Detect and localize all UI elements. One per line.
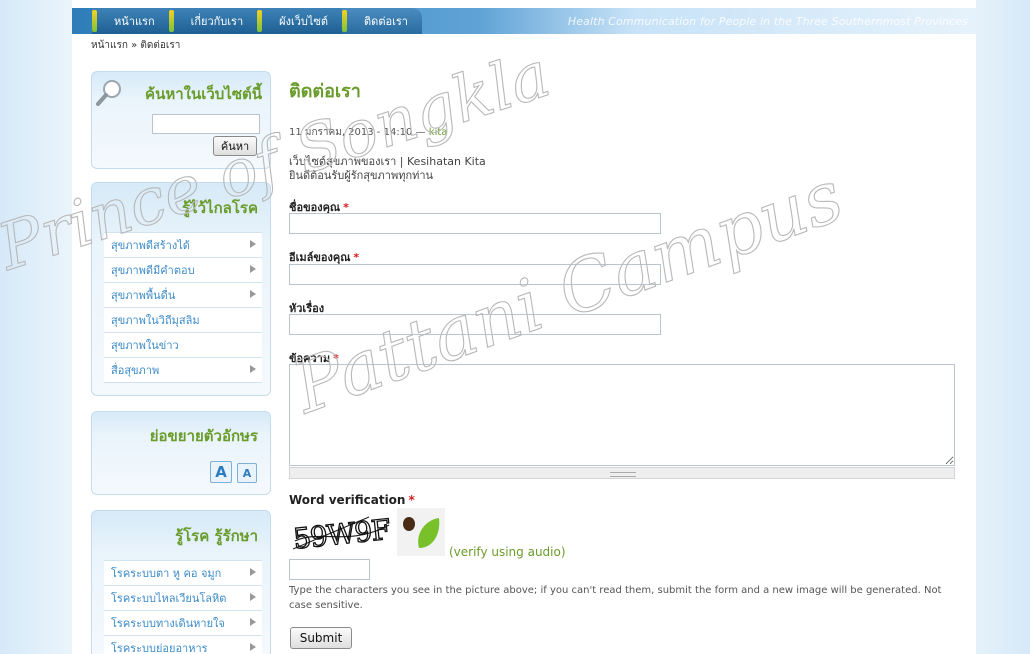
nav-divider-icon — [342, 10, 348, 32]
sidebar-item-label: โรคระบบทางเดินหายใจ — [111, 617, 225, 630]
nav-item-sitemap[interactable]: ผังเว็บไซต์ — [257, 8, 343, 34]
textarea-resize-grip[interactable] — [289, 467, 955, 479]
search-block: ค้นหาในเว็บไซต์นี้ ค้นหา — [91, 71, 271, 169]
site-tagline: Health Communication for People in the T… — [567, 15, 968, 28]
health-block-title: รู้ไว้ไกลโรค — [182, 199, 258, 217]
nav-item-label: ติดต่อเรา — [364, 15, 408, 28]
captcha-image: 59W9F — [289, 511, 395, 555]
sidebar-item-health-2[interactable]: สุขภาพดีมีคำตอบ — [104, 258, 262, 283]
magnifier-icon — [96, 80, 121, 106]
sidebar-item-label: สุขภาพพื้นดื่น — [111, 289, 176, 302]
nav-item-home[interactable]: หน้าแรก — [92, 8, 169, 34]
breadcrumb: หน้าแรก » ติดต่อเรา — [91, 38, 180, 53]
nav-item-label: ผังเว็บไซต์ — [279, 15, 329, 28]
breadcrumb-current: ติดต่อเรา — [140, 40, 181, 51]
verify-audio-link[interactable]: (verify using audio) — [449, 545, 566, 559]
required-mark: * — [408, 493, 415, 507]
captcha-input[interactable] — [289, 559, 370, 580]
message-textarea[interactable] — [289, 364, 955, 466]
sidebar-item-label: โรคระบบย่อยอาหาร — [111, 642, 208, 654]
health-menu-block: รู้ไว้ไกลโรค สุขภาพดีสร้างได้ สุขภาพดีมี… — [91, 182, 271, 396]
sidebar-item-label: สุขภาพดีสร้างได้ — [111, 239, 190, 252]
increase-font-icon: A — [215, 463, 227, 481]
nav-item-label: เกี่ยวกับเรา — [190, 15, 244, 28]
arrow-right-icon — [250, 593, 256, 601]
name-input[interactable] — [289, 213, 661, 234]
subject-input[interactable] — [289, 314, 661, 335]
nav-divider-icon — [168, 10, 174, 32]
health-menu: สุขภาพดีสร้างได้ สุขภาพดีมีคำตอบ สุขภาพพ… — [104, 232, 262, 383]
arrow-right-icon — [250, 290, 256, 298]
nav-item-label: หน้าแรก — [114, 15, 155, 28]
main-menu: หน้าแรก เกี่ยวกับเรา ผังเว็บไซต์ ติดต่อเ… — [92, 8, 422, 34]
font-size-block: ย่อขยายตัวอักษร A A — [91, 411, 271, 495]
submit-button[interactable]: Submit — [290, 627, 352, 649]
audio-captcha-icon[interactable] — [397, 508, 445, 556]
sidebar-item-disease-1[interactable]: โรคระบบตา หู คอ จมูก — [104, 561, 262, 586]
arrow-right-icon — [250, 618, 256, 626]
disease-menu-block: รู้โรค รู้รักษา โรคระบบตา หู คอ จมูก โรค… — [91, 510, 271, 654]
intro-line-1: เว็บไซต์สุขภาพของเรา | Kesihatan Kita — [289, 155, 486, 168]
nav-divider-icon — [92, 10, 97, 32]
arrow-right-icon — [250, 265, 256, 273]
decrease-font-icon: A — [242, 466, 252, 480]
breadcrumb-separator: » — [131, 40, 138, 51]
sidebar-item-disease-3[interactable]: โรคระบบทางเดินหายใจ — [104, 611, 262, 636]
sidebar-item-label: โรคระบบตา หู คอ จมูก — [111, 567, 222, 580]
captcha-label: Word verification * — [289, 493, 415, 507]
sidebar-item-health-3[interactable]: สุขภาพพื้นดื่น — [104, 283, 262, 308]
sidebar-item-health-1[interactable]: สุขภาพดีสร้างได้ — [104, 233, 262, 258]
arrow-right-icon — [250, 643, 256, 651]
nav-divider-icon — [257, 10, 263, 32]
search-button[interactable]: ค้นหา — [213, 136, 257, 156]
sidebar-item-health-4[interactable]: สุขภาพในวิถีมุสลิม — [104, 308, 262, 333]
arrow-right-icon — [250, 365, 256, 373]
sidebar-item-health-6[interactable]: สื่อสุขภาพ — [104, 358, 262, 383]
nav-item-contact[interactable]: ติดต่อเรา — [342, 8, 422, 34]
sidebar-item-health-5[interactable]: สุขภาพในข่าว — [104, 333, 262, 358]
required-mark: * — [353, 251, 360, 264]
post-meta: 11 มกราคม, 2013 - 14:10 — kita — [289, 125, 447, 140]
captcha-label-text: Word verification — [289, 493, 406, 507]
post-date: 11 มกราคม, 2013 - 14:10 — — [289, 127, 426, 138]
sidebar-item-label: สุขภาพดีมีคำตอบ — [111, 264, 195, 277]
search-block-title: ค้นหาในเว็บไซต์นี้ — [145, 85, 262, 103]
intro-text: เว็บไซต์สุขภาพของเรา | Kesihatan Kita ยิ… — [289, 155, 486, 183]
search-input[interactable] — [152, 114, 260, 134]
sidebar-item-label: สื่อสุขภาพ — [111, 364, 160, 377]
disease-block-title: รู้โรค รู้รักษา — [175, 527, 258, 545]
intro-line-2: ยินดีต้อนรับผู้รักสุขภาพทุกท่าน — [289, 169, 434, 182]
sidebar-item-label: โรคระบบไหลเวียนโลหิต — [111, 592, 227, 605]
sidebar-item-label: สุขภาพในวิถีมุสลิม — [111, 314, 200, 327]
font-size-block-title: ย่อขยายตัวอักษร — [149, 427, 258, 445]
sidebar-item-disease-4[interactable]: โรคระบบย่อยอาหาร — [104, 636, 262, 654]
top-navigation-bar: หน้าแรก เกี่ยวกับเรา ผังเว็บไซต์ ติดต่อเ… — [72, 8, 976, 34]
captcha-help-text: Type the characters you see in the pictu… — [289, 585, 942, 611]
increase-font-button[interactable]: A — [210, 461, 232, 483]
page-title: ติดต่อเรา — [289, 81, 361, 102]
author-link[interactable]: kita — [429, 127, 448, 138]
email-label-text: อีเมล์ของคุณ — [289, 251, 351, 264]
sidebar-item-label: สุขภาพในข่าว — [111, 339, 179, 352]
decrease-font-button[interactable]: A — [237, 463, 257, 483]
arrow-right-icon — [250, 240, 256, 248]
nav-item-about[interactable]: เกี่ยวกับเรา — [168, 8, 258, 34]
arrow-right-icon — [250, 568, 256, 576]
disease-menu: โรคระบบตา หู คอ จมูก โรคระบบไหลเวียนโลหิ… — [104, 560, 262, 654]
breadcrumb-home-link[interactable]: หน้าแรก — [91, 40, 128, 51]
email-input[interactable] — [289, 264, 661, 285]
sidebar-item-disease-2[interactable]: โรคระบบไหลเวียนโลหิต — [104, 586, 262, 611]
